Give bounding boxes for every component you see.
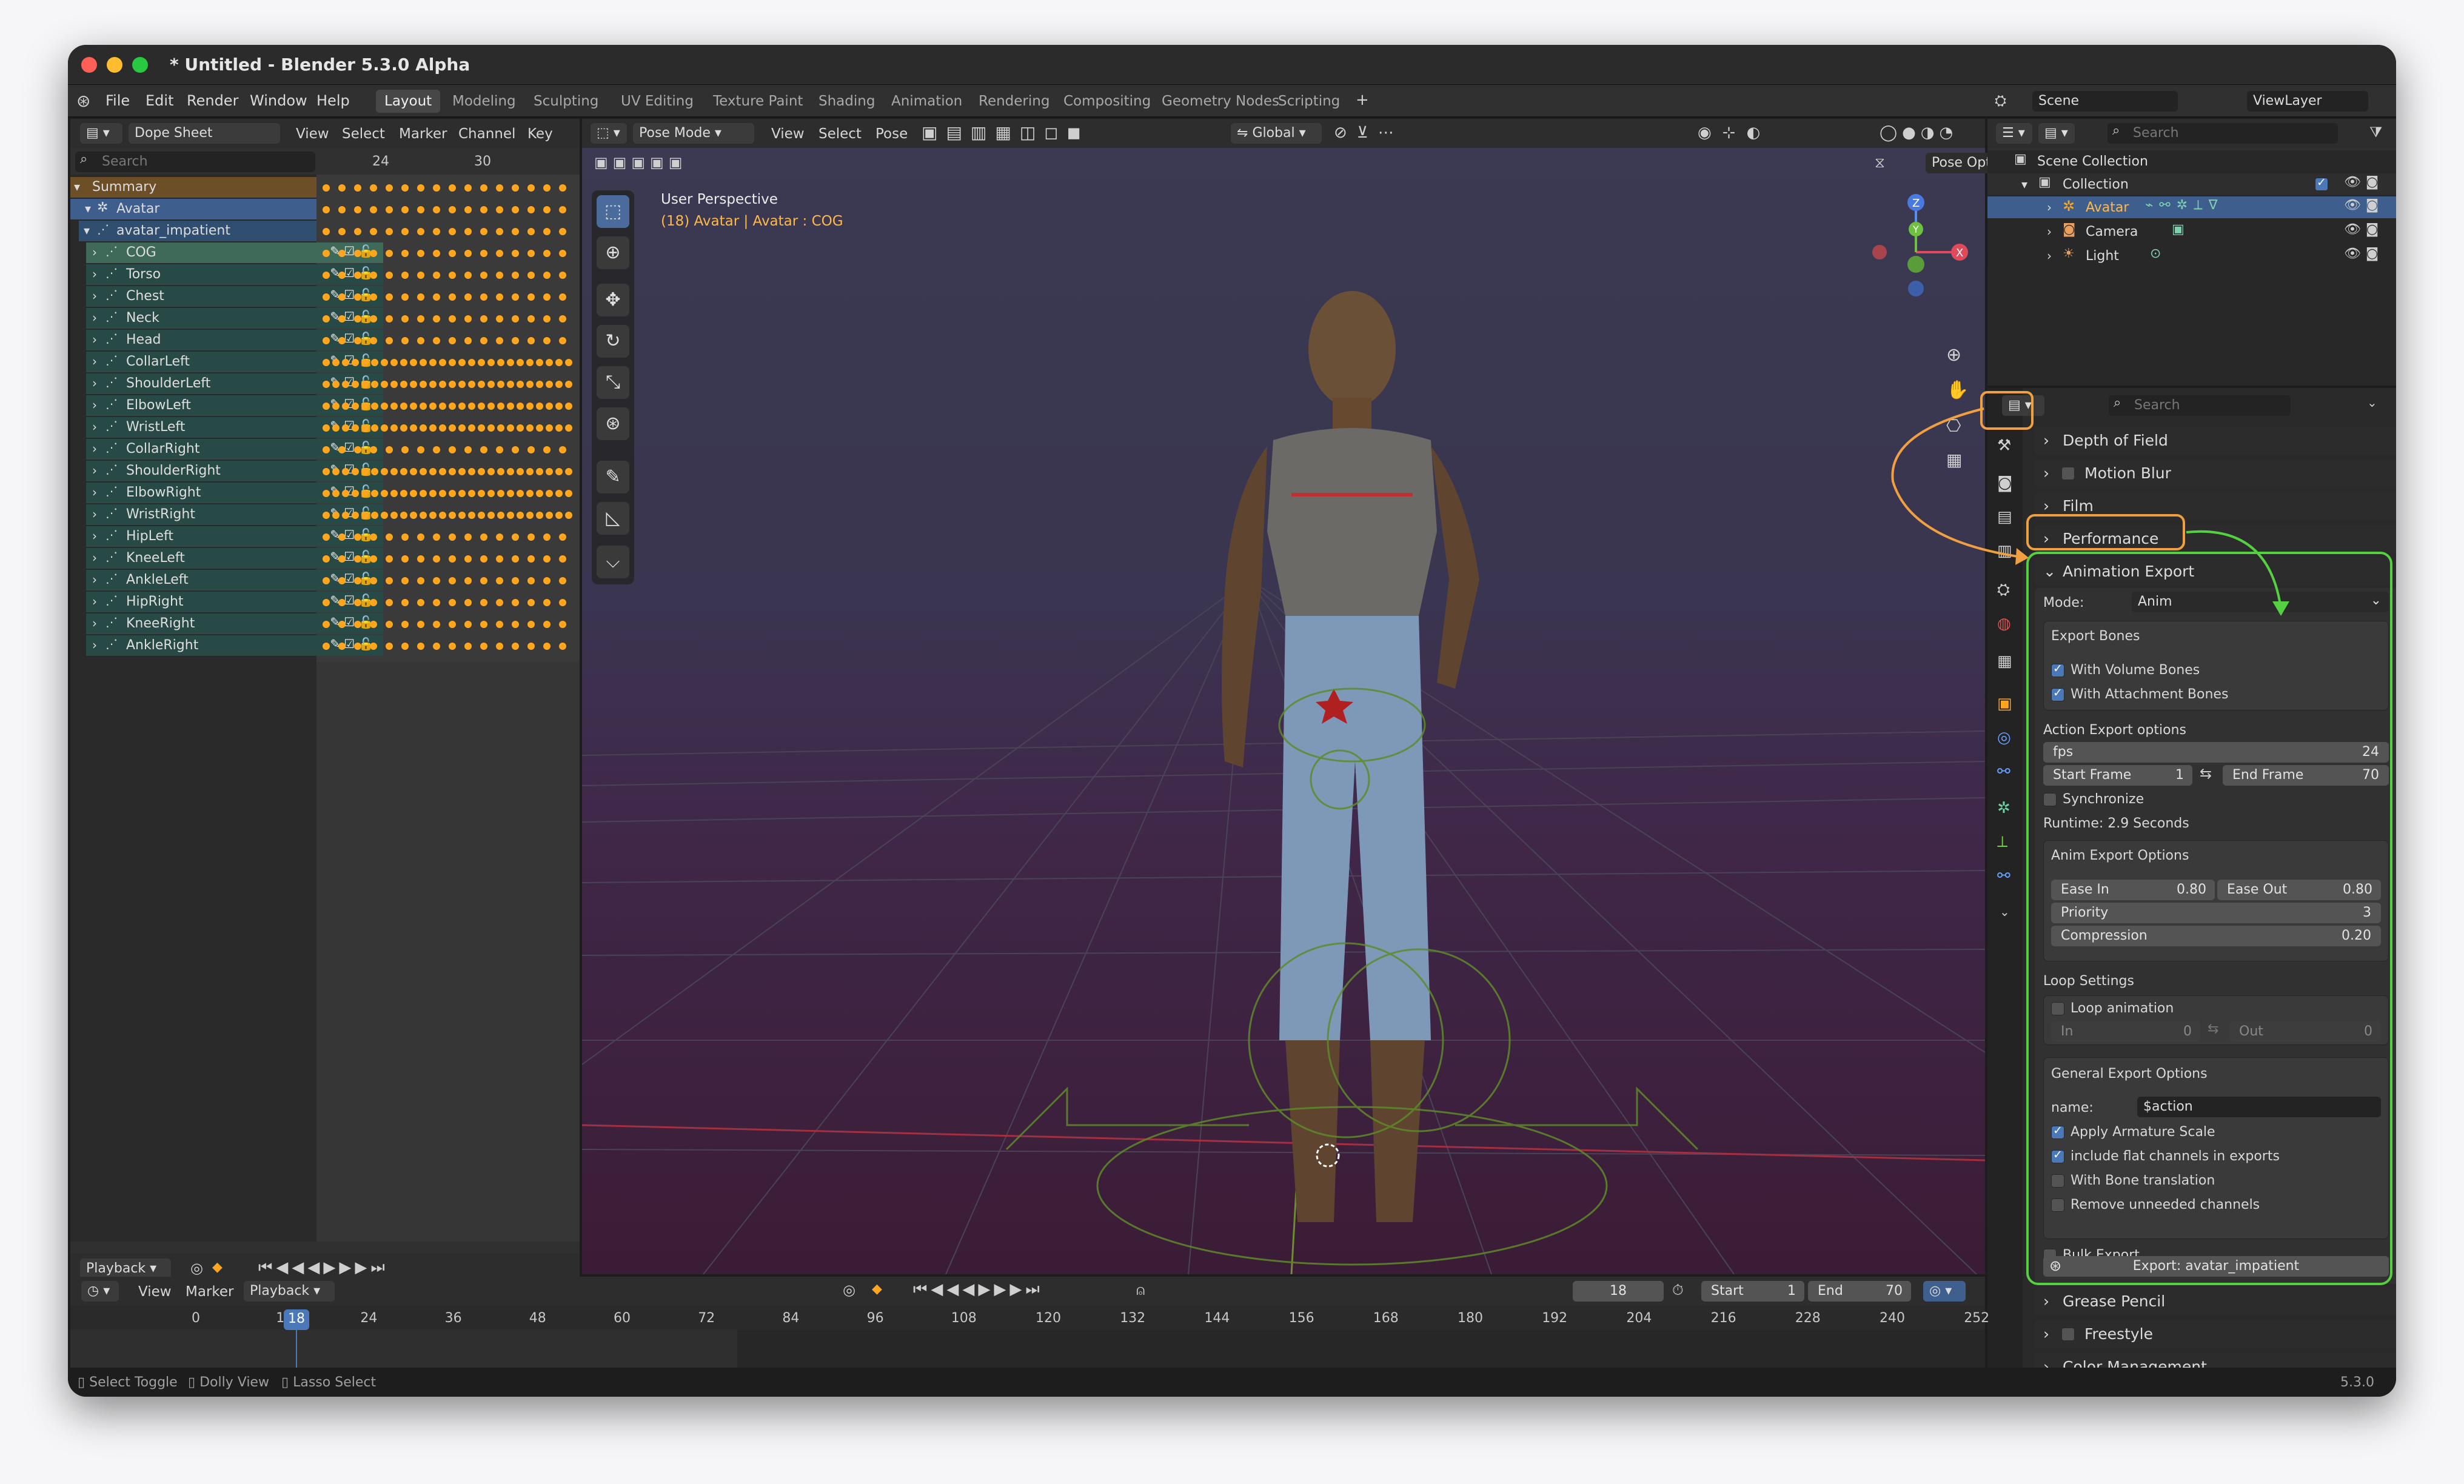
annotation-overlay — [1891, 391, 2392, 1285]
blender-window: * Untitled - Blender 5.3.0 Alpha ⊛ File … — [68, 45, 2396, 1397]
